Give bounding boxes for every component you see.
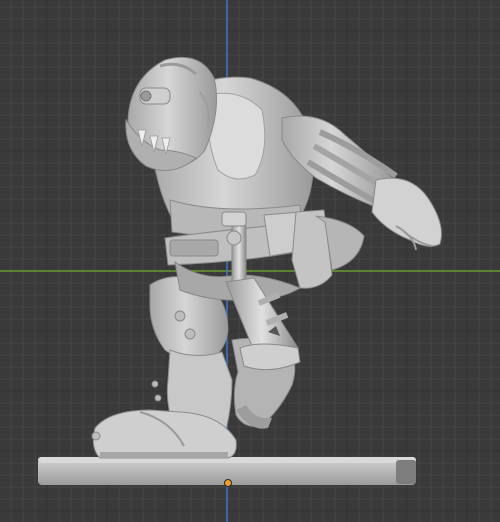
- base-shadow-edge: [396, 460, 416, 484]
- origin-point-marker: [224, 479, 232, 487]
- goggle-lens: [140, 90, 152, 102]
- knee-stud: [184, 328, 196, 340]
- grenade-cap: [221, 211, 247, 227]
- 3d-viewport[interactable]: [0, 0, 500, 522]
- grenade-head: [239, 343, 301, 371]
- boot-stud: [91, 431, 101, 441]
- belt-strap: [169, 239, 219, 257]
- boot-sole: [100, 452, 228, 458]
- ork-miniature-model[interactable]: [0, 0, 500, 522]
- boot-stud: [154, 394, 162, 402]
- knee-stud: [174, 310, 186, 322]
- boot-stud: [151, 380, 159, 388]
- front-leg: [91, 276, 237, 459]
- hand: [371, 177, 442, 247]
